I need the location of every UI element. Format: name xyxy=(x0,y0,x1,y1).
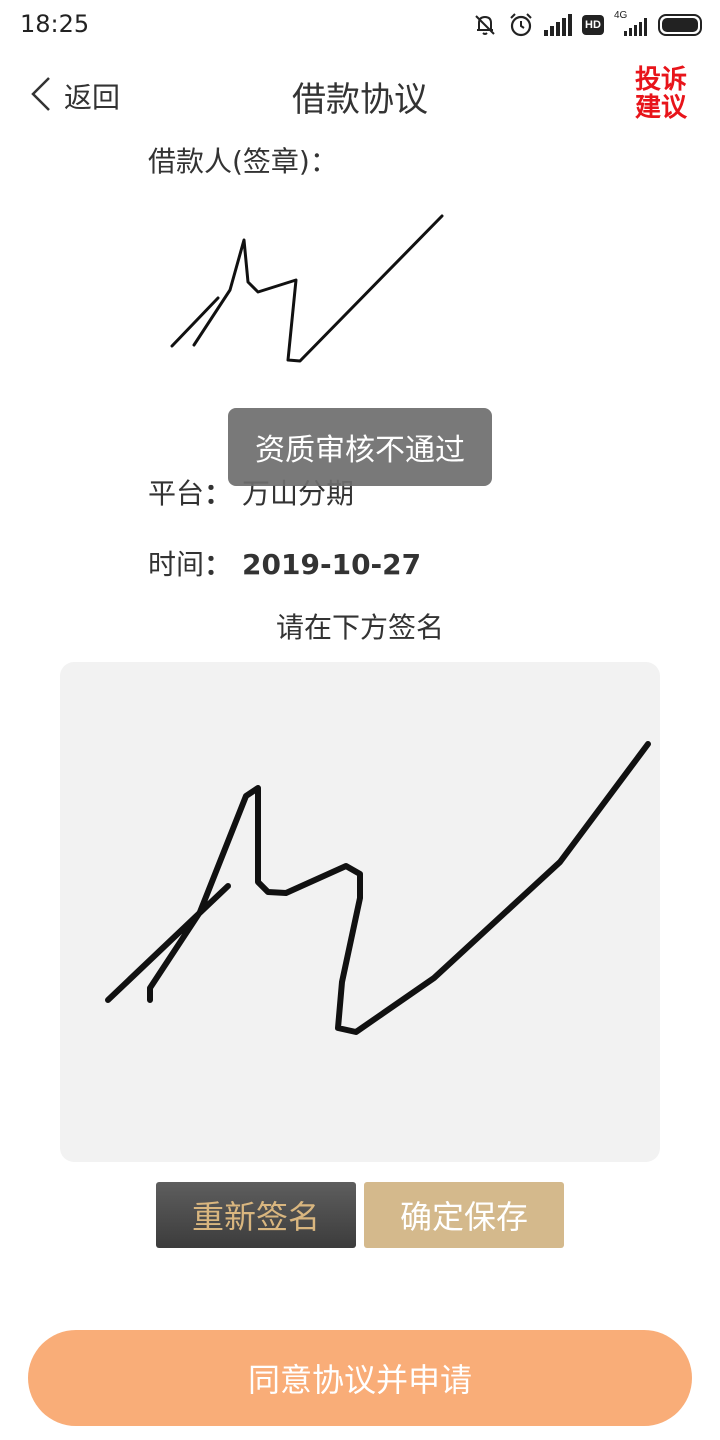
sign-hint: 请在下方签名 xyxy=(275,611,444,644)
loan-agreement-page: 18:25 HD 4G 返回 借款协议 投诉建议 借款人(签章)： 平台 ： 万… xyxy=(0,0,720,1440)
alarm-icon xyxy=(508,12,534,38)
time-key: 时间 xyxy=(148,548,205,581)
hd-icon: HD xyxy=(582,15,604,35)
time-value: 2019-10-27 xyxy=(242,548,422,581)
signer-label: 借款人(签章)： xyxy=(148,145,338,178)
platform-key: 平台 xyxy=(148,477,205,510)
signature-pad[interactable] xyxy=(60,662,660,1162)
toast-message: 资质审核不通过 xyxy=(228,408,492,486)
signature-preview xyxy=(160,200,460,380)
battery-level xyxy=(662,18,698,32)
save-signature-button[interactable]: 确定保存 xyxy=(364,1182,564,1248)
status-bar: 18:25 HD 4G xyxy=(0,0,720,50)
page-title: 借款协议 xyxy=(292,80,428,120)
nav-bar: 返回 借款协议 投诉建议 xyxy=(0,50,720,140)
mute-icon xyxy=(472,12,498,38)
agree-and-apply-button[interactable]: 同意协议并申请 xyxy=(28,1330,692,1426)
status-time: 18:25 xyxy=(20,10,90,38)
time-colon: ： xyxy=(204,548,233,581)
4g-signal-icon: 4G xyxy=(614,10,648,38)
resign-button[interactable]: 重新签名 xyxy=(156,1182,356,1248)
battery-icon xyxy=(658,14,702,36)
complaint-button[interactable]: 投诉建议 xyxy=(632,66,690,122)
signal-icon xyxy=(544,14,572,36)
status-icons: HD 4G xyxy=(472,10,702,40)
time-row: 时间 ： 2019-10-27 xyxy=(148,543,421,583)
